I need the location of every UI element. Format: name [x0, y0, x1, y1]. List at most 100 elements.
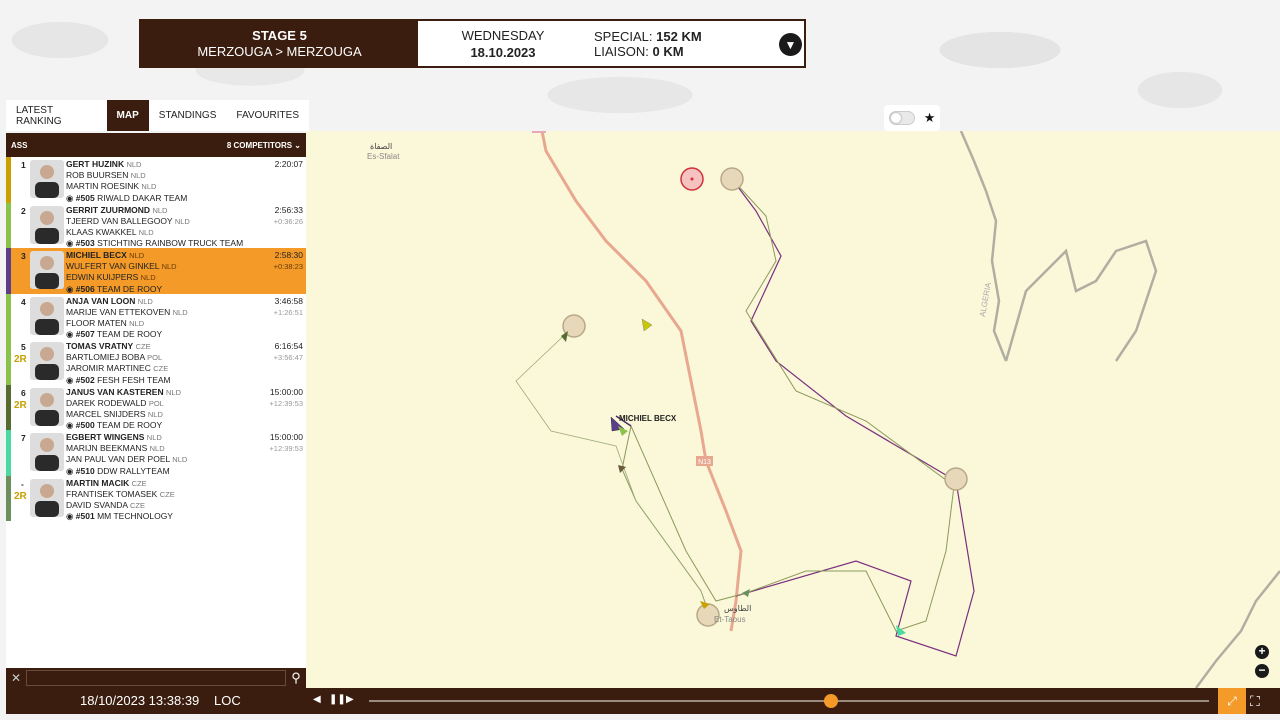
- map-svg: N13: [515, 131, 1280, 688]
- tab-map[interactable]: MAP: [106, 100, 149, 131]
- driver-nationality: NLD: [165, 387, 181, 397]
- stage-time: 15:00:00: [269, 432, 303, 442]
- fullscreen-icon[interactable]: ⛶: [1250, 693, 1260, 710]
- marker-olive: [742, 589, 750, 597]
- competitor-row[interactable]: 1 GERT HUZINK NLD ROB BUURSEN NLD MARTIN RO…: [6, 157, 306, 203]
- competitor-row[interactable]: 6 2R JANUS VAN KASTEREN NLD DAREK RODEWALD …: [6, 384, 306, 431]
- close-icon[interactable]: ✕: [6, 671, 26, 685]
- team-name: STICHTING RAINBOW TRUCK TEAM: [97, 238, 244, 249]
- truck-icon: ◉: [66, 374, 74, 385]
- tab-favourites[interactable]: FAVOURITES: [226, 100, 309, 131]
- expand-icon[interactable]: ⤢: [1218, 688, 1246, 714]
- class-label: ASS: [11, 140, 28, 150]
- toggle-switch[interactable]: [888, 111, 915, 125]
- mechanic-nationality: NLD: [147, 409, 163, 419]
- driver-name: JANUS VAN KASTEREN: [66, 386, 164, 397]
- pause-icon[interactable]: ❚❚: [329, 694, 346, 705]
- stage-title-block: STAGE 5 MERZOUGA > MERZOUGA: [141, 21, 418, 66]
- mechanic-nationality: NLD: [172, 455, 188, 465]
- times: 6:16:54 +3:56:47: [274, 341, 303, 363]
- mechanic-nationality: NLD: [140, 273, 156, 283]
- team-name: TEAM DE ROOY: [96, 329, 163, 340]
- zoom-out-button[interactable]: −: [1255, 664, 1269, 678]
- border-line: [959, 131, 1008, 362]
- playback-knob[interactable]: [824, 694, 838, 708]
- driver-nationality: NLD: [146, 433, 162, 442]
- truck-icon: ◉: [66, 511, 74, 522]
- rewind-icon[interactable]: ◀: [313, 694, 321, 705]
- list-header: ASS 8 COMPETITORS ⌄: [6, 133, 306, 157]
- gap-time: +12:39:53: [269, 398, 303, 408]
- team-name: TEAM DE ROOY: [96, 283, 163, 294]
- playback-track[interactable]: [369, 700, 1209, 702]
- stage-day: WEDNESDAY: [461, 27, 545, 43]
- team-name: MM TECHNOLOGY: [97, 511, 173, 522]
- competitor-row[interactable]: 3 MICHIEL BECX NLD WULFERT VAN GINKEL NLD E…: [6, 248, 306, 294]
- team-name: RIWALD DAKAR TEAM: [97, 192, 188, 203]
- stage-time: 3:46:58: [274, 295, 303, 306]
- crew-names: ANJA VAN LOON NLD MARIJE VAN ETTEKOVEN NL…: [66, 296, 188, 341]
- crew-names: MICHIEL BECX NLD WULFERT VAN GINKEL NLD ED…: [66, 250, 177, 295]
- avatar: [30, 478, 64, 517]
- competitors-dropdown[interactable]: 8 COMPETITORS ⌄: [227, 141, 301, 150]
- marker-label-becx: MICHIEL BECX: [619, 414, 677, 423]
- crew-names: GERRIT ZUURMOND NLD TJEERD VAN BALLEGOOY …: [66, 205, 243, 250]
- competitor-row[interactable]: -2R MARTIN MACIK CZE FRANTISEK TOMASEK CZE…: [6, 475, 306, 522]
- competitor-row[interactable]: 5 2R TOMAS VRATNY CZE BARTLOMIEJ BOBA POL JA…: [6, 339, 306, 385]
- road-label: N13: [698, 459, 711, 466]
- chevron-down-icon[interactable]: ▼: [779, 33, 802, 56]
- liaison-value: 0 KM: [652, 43, 684, 59]
- crew-names: GERT HUZINK NLD ROB BUURSEN NLD MARTIN ROE…: [66, 159, 187, 204]
- driver-name: EGBERT WINGENS: [66, 432, 145, 442]
- competitor-row[interactable]: 4 ANJA VAN LOON NLD MARIJE VAN ETTEKOVEN N…: [6, 293, 306, 341]
- crew-names: EGBERT WINGENS NLD MARIJN BEEKMANS NLD JAN…: [66, 432, 187, 477]
- star-icon[interactable]: ★: [924, 110, 936, 126]
- place-es-sfalat: Es-Sfalat: [367, 152, 400, 161]
- codriver-nationality: NLD: [161, 262, 177, 272]
- timezone-label[interactable]: LOC: [214, 693, 241, 708]
- gap-time: +12:39:53: [269, 444, 303, 454]
- waypoint-3: [944, 467, 968, 491]
- stage-distances: SPECIAL: 152 KM LIAISON: 0 KM: [588, 21, 702, 66]
- special-label: SPECIAL:: [594, 28, 653, 44]
- mechanic-name: JAN PAUL VAN DER POEL: [66, 454, 170, 465]
- search-input[interactable]: [26, 670, 286, 686]
- mechanic-nationality: NLD: [141, 182, 157, 192]
- forward-icon[interactable]: ▶: [346, 694, 354, 705]
- panel-tabs: LATEST RANKING MAP STANDINGS FAVOURITES: [6, 100, 309, 131]
- competitor-row[interactable]: 2 GERRIT ZUURMOND NLD TJEERD VAN BALLEGOOY…: [6, 202, 306, 250]
- competitor-row[interactable]: 7 EGBERT WINGENS NLD MARIJN BEEKMANS NLD JA…: [6, 430, 306, 476]
- competitor-rows: 1 GERT HUZINK NLD ROB BUURSEN NLD MARTIN RO…: [6, 157, 306, 521]
- mechanic-name: JAROMIR MARTINEC: [66, 363, 151, 374]
- vehicle-number: #502: [75, 374, 95, 385]
- search-bar: ✕ ⚲: [6, 668, 306, 688]
- codriver-name: DAREK RODEWALD: [66, 397, 147, 408]
- mechanic-name: FLOOR MATEN: [66, 317, 127, 328]
- search-icon[interactable]: ⚲: [286, 670, 306, 686]
- driver-nationality: CZE: [135, 342, 151, 351]
- tab-standings[interactable]: STANDINGS: [149, 100, 227, 131]
- zoom-in-button[interactable]: +: [1255, 645, 1269, 659]
- tab-latest-ranking[interactable]: LATEST RANKING: [6, 100, 107, 131]
- driver-name: MARTIN MACIK: [66, 477, 130, 488]
- truck-icon: ◉: [66, 238, 74, 249]
- playback-datetime: 18/10/2023 13:38:39: [80, 693, 200, 708]
- rank-position: 2: [21, 205, 26, 216]
- map-area[interactable]: N13 الصفاة Es-Sfalat الطاوس Et-Taous MIC…: [306, 131, 1280, 688]
- codriver-name: MARIJE VAN ETTEKOVEN: [66, 306, 171, 317]
- team-name: FESH FESH TEAM: [97, 374, 171, 385]
- mechanic-name: MARTIN ROESINK: [66, 181, 140, 192]
- two-r-badge: 2R: [14, 490, 27, 502]
- times: 15:00:00 +12:39:53: [269, 432, 303, 454]
- top-marker: [532, 131, 546, 133]
- stage-info-bar: STAGE 5 MERZOUGA > MERZOUGA WEDNESDAY 18…: [139, 19, 806, 68]
- stage-time: 2:56:33: [274, 204, 303, 215]
- two-r-badge: 2R: [14, 354, 27, 365]
- place-et-taous-ar: الطاوس: [724, 604, 752, 613]
- rank-position: -: [21, 478, 24, 489]
- times: 3:46:58 +1:26:51: [274, 296, 303, 318]
- rank-position: 7: [21, 433, 26, 443]
- vehicle-number: #500: [75, 420, 95, 431]
- driver-name: MICHIEL BECX: [66, 250, 127, 260]
- truck-icon: ◉: [66, 420, 74, 431]
